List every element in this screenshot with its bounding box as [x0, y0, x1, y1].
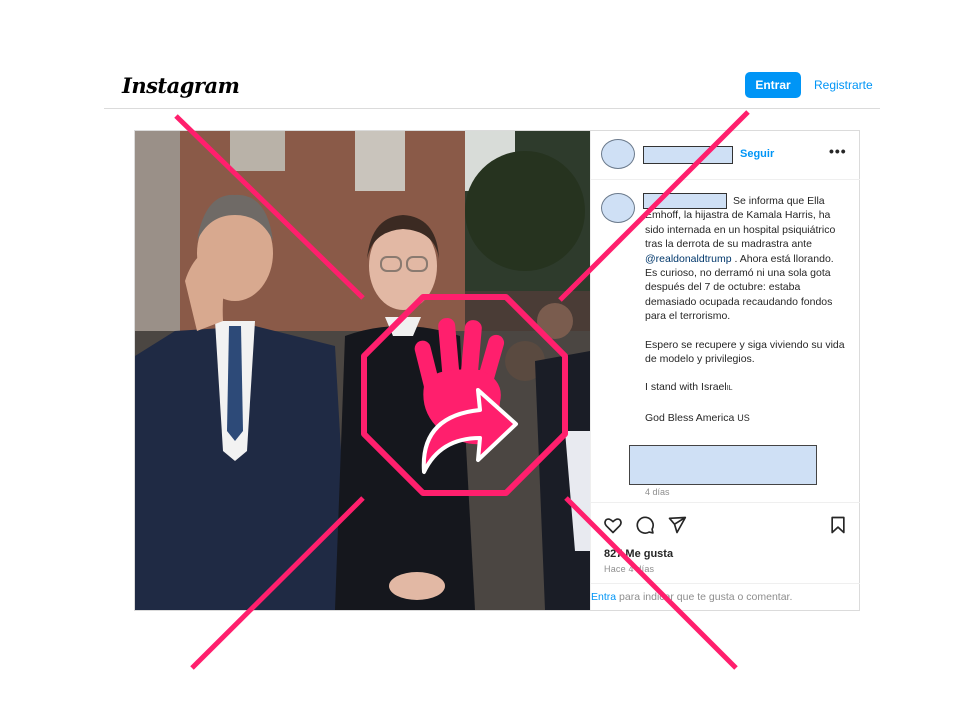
redacted-hashtags	[629, 445, 817, 485]
login-prompt-text: para indicar que te gusta o comentar.	[616, 591, 793, 603]
caption-author-avatar[interactable]	[601, 193, 635, 223]
instagram-logo[interactable]: Instagram	[122, 73, 240, 98]
heart-icon[interactable]	[603, 515, 623, 535]
post-side-panel: Seguir ••• Se informa que Ella Emhoff, l…	[590, 131, 860, 610]
caption-paragraph-4: God Bless America	[645, 411, 735, 424]
like-count[interactable]: 827 Me gusta	[604, 548, 673, 560]
post-timestamp: Hace 4 días	[604, 564, 655, 574]
israel-flag-icon: IL	[726, 385, 733, 393]
more-options-icon[interactable]: •••	[829, 143, 847, 159]
comment-icon[interactable]	[635, 515, 655, 535]
caption-paragraph-2: Espero se recupere y siga viviendo su vi…	[645, 338, 845, 366]
login-prompt: Entra para indicar que te gusta o coment…	[591, 583, 860, 611]
top-navigation-bar: Instagram Entrar Registrarte	[104, 60, 880, 109]
us-flag-icon: US	[737, 412, 750, 423]
send-icon[interactable]	[667, 515, 687, 535]
photo-illustration	[135, 131, 590, 610]
mention-link[interactable]: @realdonaldtrump	[645, 253, 732, 265]
login-button[interactable]: Entrar	[745, 72, 801, 98]
redacted-username	[643, 146, 733, 164]
login-prompt-link[interactable]: Entra	[591, 591, 616, 603]
follow-button[interactable]: Seguir	[740, 148, 774, 160]
signup-link[interactable]: Registrarte	[814, 72, 873, 98]
bookmark-icon[interactable]	[828, 515, 848, 535]
post-caption: Se informa que Ella Emhoff, la hijastra …	[645, 194, 845, 425]
author-avatar[interactable]	[601, 139, 635, 169]
caption-text: Se informa que Ella Emhoff, la hijastra …	[645, 195, 836, 251]
post-photo	[135, 131, 590, 610]
post-card: Seguir ••• Se informa que Ella Emhoff, l…	[134, 130, 860, 611]
post-header: Seguir •••	[591, 131, 860, 180]
caption-timestamp: 4 días	[645, 487, 670, 497]
caption-paragraph-3: I stand with Israel	[645, 381, 727, 394]
